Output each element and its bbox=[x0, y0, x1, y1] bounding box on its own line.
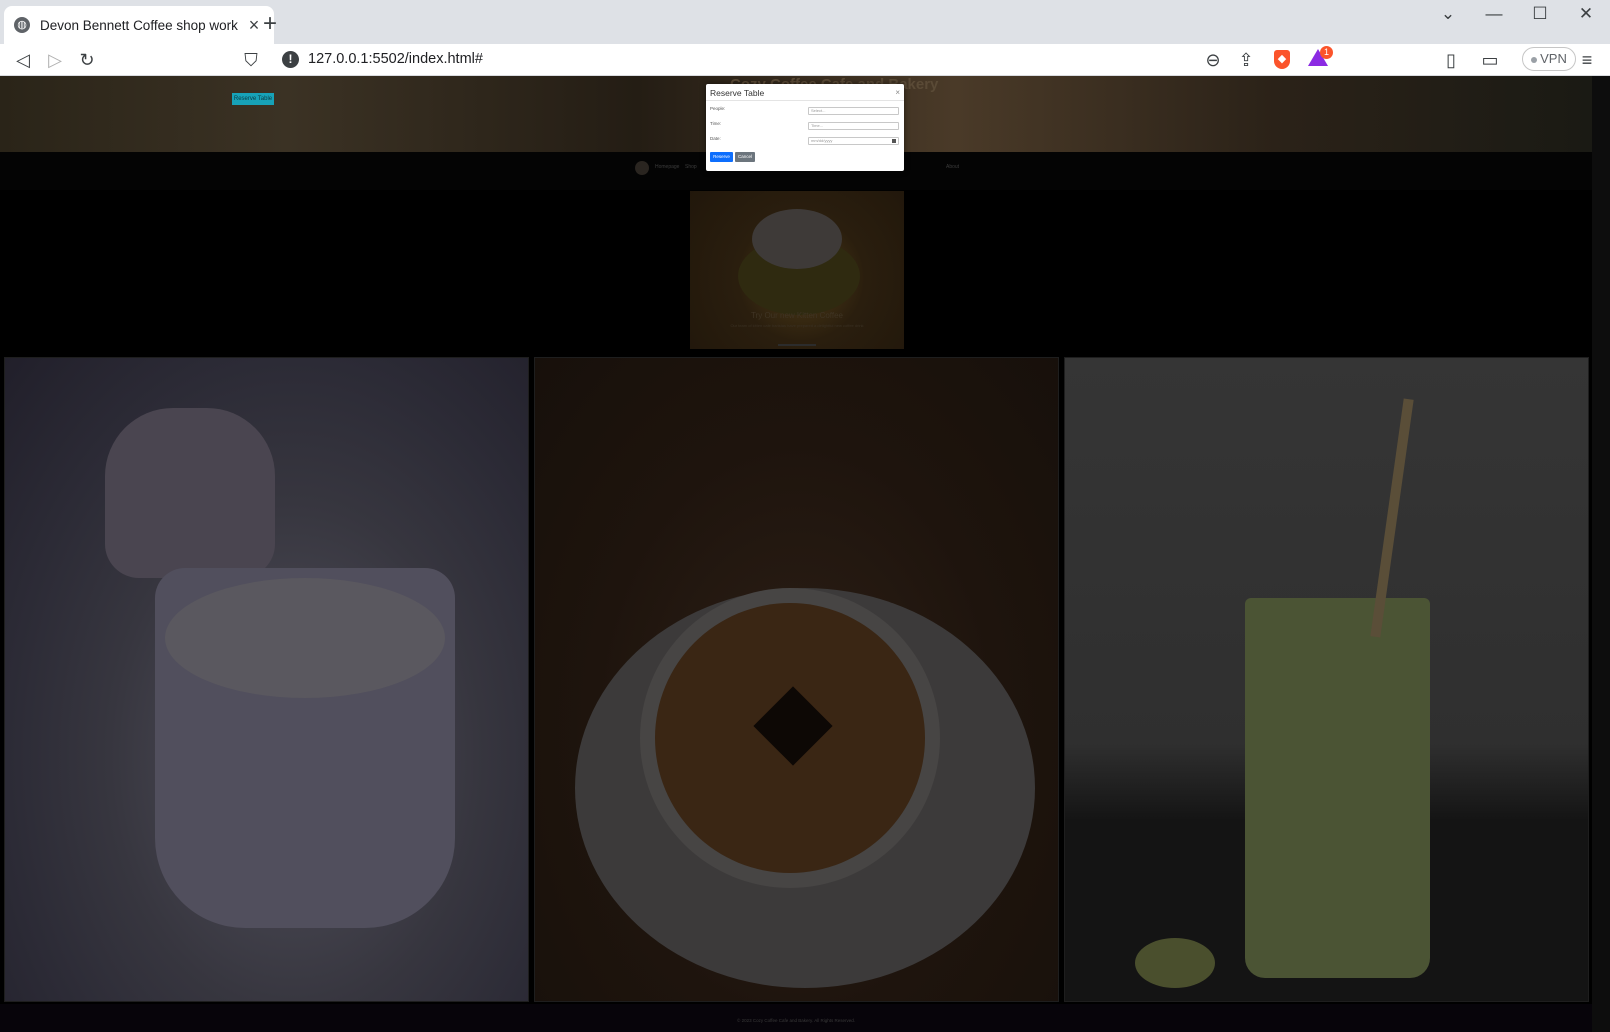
carousel[interactable]: Try Our new Kitten Coffee Our team of ki… bbox=[690, 191, 904, 349]
product-card-matcha[interactable] bbox=[1064, 357, 1589, 1002]
page-scrollbar[interactable] bbox=[1592, 76, 1610, 1032]
latte-foam-image bbox=[165, 578, 445, 698]
matcha-glass-image bbox=[1245, 598, 1430, 978]
wallet-icon[interactable]: ▭ bbox=[1477, 47, 1503, 73]
product-card-lavender-latte[interactable] bbox=[4, 357, 529, 1002]
bookmark-icon[interactable]: ⛉ bbox=[238, 47, 264, 73]
share-icon[interactable]: ⇪ bbox=[1233, 47, 1259, 73]
time-input-placeholder: Time... bbox=[811, 123, 824, 128]
tab-title: Devon Bennett Coffee shop work bbox=[40, 17, 238, 33]
carousel-indicators[interactable] bbox=[778, 344, 816, 346]
vpn-button[interactable]: VPN bbox=[1522, 47, 1576, 71]
date-input-placeholder: mm/dd/yyyy bbox=[811, 138, 833, 143]
vpn-status-icon bbox=[1531, 56, 1538, 63]
carousel-image-foam bbox=[752, 209, 842, 269]
rewards-badge: 1 bbox=[1320, 46, 1333, 59]
people-select-value: Select... bbox=[811, 108, 826, 113]
nav-item-shop[interactable]: Shop bbox=[685, 164, 697, 170]
carousel-caption-title: Try Our new Kitten Coffee bbox=[750, 311, 844, 320]
reserve-button[interactable]: Reserve bbox=[710, 152, 733, 162]
cancel-button[interactable]: Cancel bbox=[735, 152, 755, 162]
people-select[interactable]: Select... bbox=[808, 107, 899, 115]
menu-icon[interactable]: ≡ bbox=[1574, 47, 1600, 73]
minimize-icon[interactable]: — bbox=[1474, 4, 1514, 24]
back-icon[interactable]: ◁ bbox=[10, 47, 36, 73]
modal-close-icon[interactable]: × bbox=[895, 88, 900, 97]
maximize-icon[interactable]: ☐ bbox=[1520, 4, 1560, 24]
people-label: People: bbox=[710, 106, 726, 111]
product-card-espresso[interactable] bbox=[534, 357, 1059, 1002]
date-input[interactable]: mm/dd/yyyy bbox=[808, 137, 899, 145]
milk-jug-image bbox=[105, 408, 275, 578]
modal-title: Reserve Table bbox=[710, 88, 765, 98]
page-viewport: Cozy Coffee Cafe and Bakery Reserve Tabl… bbox=[0, 76, 1610, 1032]
site-info-icon[interactable]: ! bbox=[282, 51, 299, 68]
browser-tab-strip: ◍ Devon Bennett Coffee shop work × + ⌄ —… bbox=[0, 0, 1610, 44]
nav-logo[interactable] bbox=[635, 161, 649, 175]
nav-item-homepage[interactable]: Homepage bbox=[655, 164, 679, 170]
calendar-icon[interactable] bbox=[892, 139, 896, 143]
reload-icon[interactable]: ↻ bbox=[74, 47, 100, 73]
tab-search-icon[interactable]: ⌄ bbox=[1428, 4, 1468, 24]
globe-icon: ◍ bbox=[14, 17, 30, 33]
new-tab-icon[interactable]: + bbox=[256, 10, 284, 38]
hero-reserve-button[interactable]: Reserve Table bbox=[232, 93, 274, 105]
time-label: Time: bbox=[710, 121, 722, 126]
matcha-bowl-image bbox=[1135, 938, 1215, 988]
address-url[interactable]: 127.0.0.1:5502/index.html# bbox=[308, 51, 483, 67]
modal-header-divider bbox=[706, 100, 904, 101]
time-input[interactable]: Time... bbox=[808, 122, 899, 130]
brave-shields-icon[interactable]: ◆ bbox=[1274, 50, 1290, 69]
date-label: Date: bbox=[710, 136, 721, 141]
footer: © 2023 Cozy Coffee Cafe and Bakery. All … bbox=[0, 1004, 1592, 1032]
nav-item-about[interactable]: About bbox=[946, 164, 959, 170]
carousel-caption-text: Our team of kitten cafe baristas have pr… bbox=[730, 323, 864, 328]
vpn-label: VPN bbox=[1540, 51, 1567, 66]
footer-copyright: © 2023 Cozy Coffee Cafe and Bakery. All … bbox=[737, 1018, 855, 1023]
close-window-icon[interactable]: ✕ bbox=[1566, 4, 1606, 24]
browser-toolbar: ◁ ▷ ↻ ⛉ ! 127.0.0.1:5502/index.html# ⊖ ⇪… bbox=[0, 44, 1610, 76]
reserve-table-modal: Reserve Table × People: Select... Time: … bbox=[706, 84, 904, 171]
sidebar-icon[interactable]: ▯ bbox=[1438, 47, 1464, 73]
browser-tab[interactable]: ◍ Devon Bennett Coffee shop work × bbox=[4, 6, 274, 44]
zoom-out-icon[interactable]: ⊖ bbox=[1200, 47, 1226, 73]
address-bar[interactable]: ! 127.0.0.1:5502/index.html# bbox=[280, 46, 1338, 74]
forward-icon[interactable]: ▷ bbox=[42, 47, 68, 73]
